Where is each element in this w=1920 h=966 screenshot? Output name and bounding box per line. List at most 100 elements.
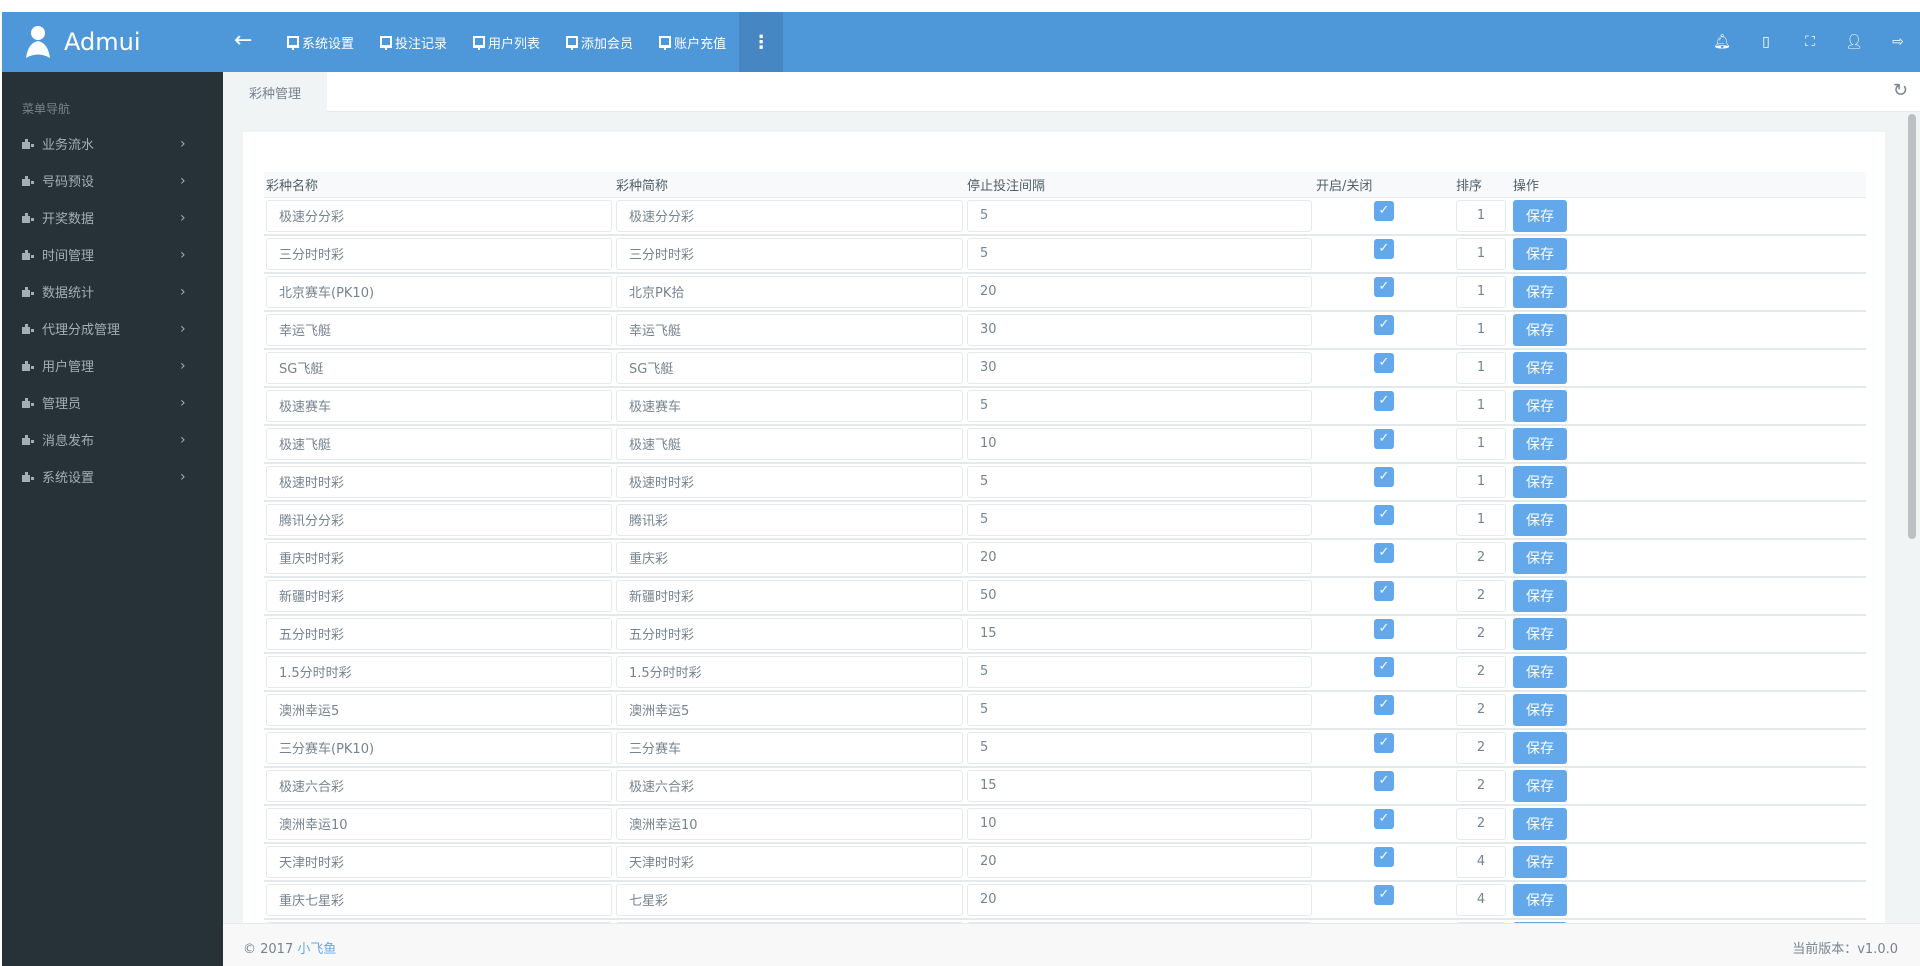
interval-input[interactable]: 20 [967,275,1312,308]
save-button[interactable]: 保存 [1513,275,1567,308]
short-name-input[interactable]: 新疆时时彩 [616,579,963,612]
save-button[interactable]: 保存 [1513,313,1567,346]
enabled-checkbox[interactable]: ✓ [1374,770,1394,791]
interval-input[interactable]: 5 [967,465,1312,498]
sort-input[interactable]: 4 [1456,845,1506,878]
interval-input[interactable]: 5 [967,389,1312,422]
enabled-checkbox[interactable]: ✓ [1374,542,1394,563]
save-button[interactable]: 保存 [1513,693,1567,726]
enabled-checkbox[interactable]: ✓ [1374,466,1394,487]
interval-input[interactable]: 5 [967,237,1312,270]
short-name-input[interactable]: 腾讯彩 [616,503,963,536]
short-name-input[interactable]: SG飞艇 [616,351,963,384]
name-input[interactable]: 极速时时彩 [266,465,612,498]
save-button[interactable]: 保存 [1513,769,1567,802]
sort-input[interactable]: 2 [1456,807,1506,840]
interval-input[interactable]: 5 [967,655,1312,688]
interval-input[interactable]: 20 [967,883,1312,916]
name-input[interactable]: 天津时时彩 [266,845,612,878]
sort-input[interactable]: 1 [1456,313,1506,346]
name-input[interactable]: 腾讯分分彩 [266,503,612,536]
enabled-checkbox[interactable]: ✓ [1374,504,1394,525]
name-input[interactable]: 重庆七星彩 [266,883,612,916]
sidebar-item[interactable]: 系统设置 › [2,458,223,495]
name-input[interactable]: 极速六合彩 [266,769,612,802]
save-button[interactable]: 保存 [1513,617,1567,650]
interval-input[interactable]: 5 [967,503,1312,536]
short-name-input[interactable]: 澳洲幸运5 [616,693,963,726]
interval-input[interactable]: 50 [967,579,1312,612]
enabled-checkbox[interactable]: ✓ [1374,238,1394,259]
short-name-input[interactable]: 极速六合彩 [616,769,963,802]
sort-input[interactable]: 1 [1456,427,1506,460]
name-input[interactable]: 澳洲幸运5 [266,693,612,726]
short-name-input[interactable]: 幸运飞艇 [616,313,963,346]
interval-input[interactable]: 20 [967,845,1312,878]
author-link[interactable]: 小飞鱼 [297,942,336,957]
sort-input[interactable]: 1 [1456,275,1506,308]
name-input[interactable]: 三分赛车(PK10) [266,731,612,764]
sidebar-item[interactable]: 代理分成管理 › [2,310,223,347]
tab-lottery-management[interactable]: 彩种管理 [223,72,327,112]
save-button[interactable]: 保存 [1513,807,1567,840]
topnav-item[interactable]: 账户充值 [646,12,739,72]
sidebar-item[interactable]: 号码预设 › [2,162,223,199]
enabled-checkbox[interactable]: ✓ [1374,846,1394,867]
bell-icon[interactable]: 🔔︎ [1700,12,1744,72]
short-name-input[interactable]: 北京PK拾 [616,275,963,308]
sort-input[interactable]: 1 [1456,199,1506,232]
refresh-icon[interactable]: ↻ [1893,80,1908,101]
short-name-input[interactable]: 极速赛车 [616,389,963,422]
sidebar-item[interactable]: 消息发布 › [2,421,223,458]
short-name-input[interactable]: 天津时时彩 [616,845,963,878]
name-input[interactable]: 极速分分彩 [266,199,612,232]
interval-input[interactable]: 10 [967,807,1312,840]
short-name-input[interactable]: 澳洲幸运10 [616,807,963,840]
short-name-input[interactable]: 七星彩 [616,883,963,916]
sidebar-item[interactable]: 数据统计 › [2,273,223,310]
scrollbar-thumb[interactable] [1908,114,1916,539]
fullscreen-icon[interactable]: ⛶ [1788,12,1832,72]
enabled-checkbox[interactable]: ✓ [1374,314,1394,335]
sort-input[interactable]: 4 [1456,883,1506,916]
sort-input[interactable]: 1 [1456,351,1506,384]
interval-input[interactable]: 10 [967,427,1312,460]
enabled-checkbox[interactable]: ✓ [1374,200,1394,221]
short-name-input[interactable]: 五分时时彩 [616,617,963,650]
short-name-input[interactable]: 极速飞艇 [616,427,963,460]
save-button[interactable]: 保存 [1513,389,1567,422]
topnav-item[interactable]: 添加会员 [553,12,646,72]
short-name-input[interactable]: 极速时时彩 [616,465,963,498]
enabled-checkbox[interactable]: ✓ [1374,808,1394,829]
brand-logo[interactable]: Admui [22,12,141,72]
enabled-checkbox[interactable]: ✓ [1374,390,1394,411]
enabled-checkbox[interactable]: ✓ [1374,732,1394,753]
topnav-item[interactable]: 系统设置 [274,12,367,72]
save-button[interactable]: 保存 [1513,465,1567,498]
name-input[interactable]: 澳洲幸运10 [266,807,612,840]
sidebar-item[interactable]: 业务流水 › [2,125,223,162]
name-input[interactable]: 幸运飞艇 [266,313,612,346]
save-button[interactable]: 保存 [1513,237,1567,270]
sidebar-item[interactable]: 开奖数据 › [2,199,223,236]
scrollbar[interactable] [1906,112,1920,923]
sort-input[interactable]: 2 [1456,579,1506,612]
sidebar-item[interactable]: 时间管理 › [2,236,223,273]
sidebar-item[interactable]: 用户管理 › [2,347,223,384]
enabled-checkbox[interactable]: ✓ [1374,618,1394,639]
enabled-checkbox[interactable]: ✓ [1374,580,1394,601]
save-button[interactable]: 保存 [1513,541,1567,574]
enabled-checkbox[interactable]: ✓ [1374,276,1394,297]
interval-input[interactable]: 20 [967,541,1312,574]
save-button[interactable]: 保存 [1513,655,1567,688]
interval-input[interactable]: 30 [967,351,1312,384]
sort-input[interactable]: 1 [1456,503,1506,536]
short-name-input[interactable]: 极速分分彩 [616,199,963,232]
enabled-checkbox[interactable]: ✓ [1374,352,1394,373]
save-button[interactable]: 保存 [1513,883,1567,916]
save-button[interactable]: 保存 [1513,199,1567,232]
logout-icon[interactable]: ⇨ [1876,12,1920,72]
interval-input[interactable]: 15 [967,769,1312,802]
sort-input[interactable]: 1 [1456,465,1506,498]
name-input[interactable]: SG飞艇 [266,351,612,384]
